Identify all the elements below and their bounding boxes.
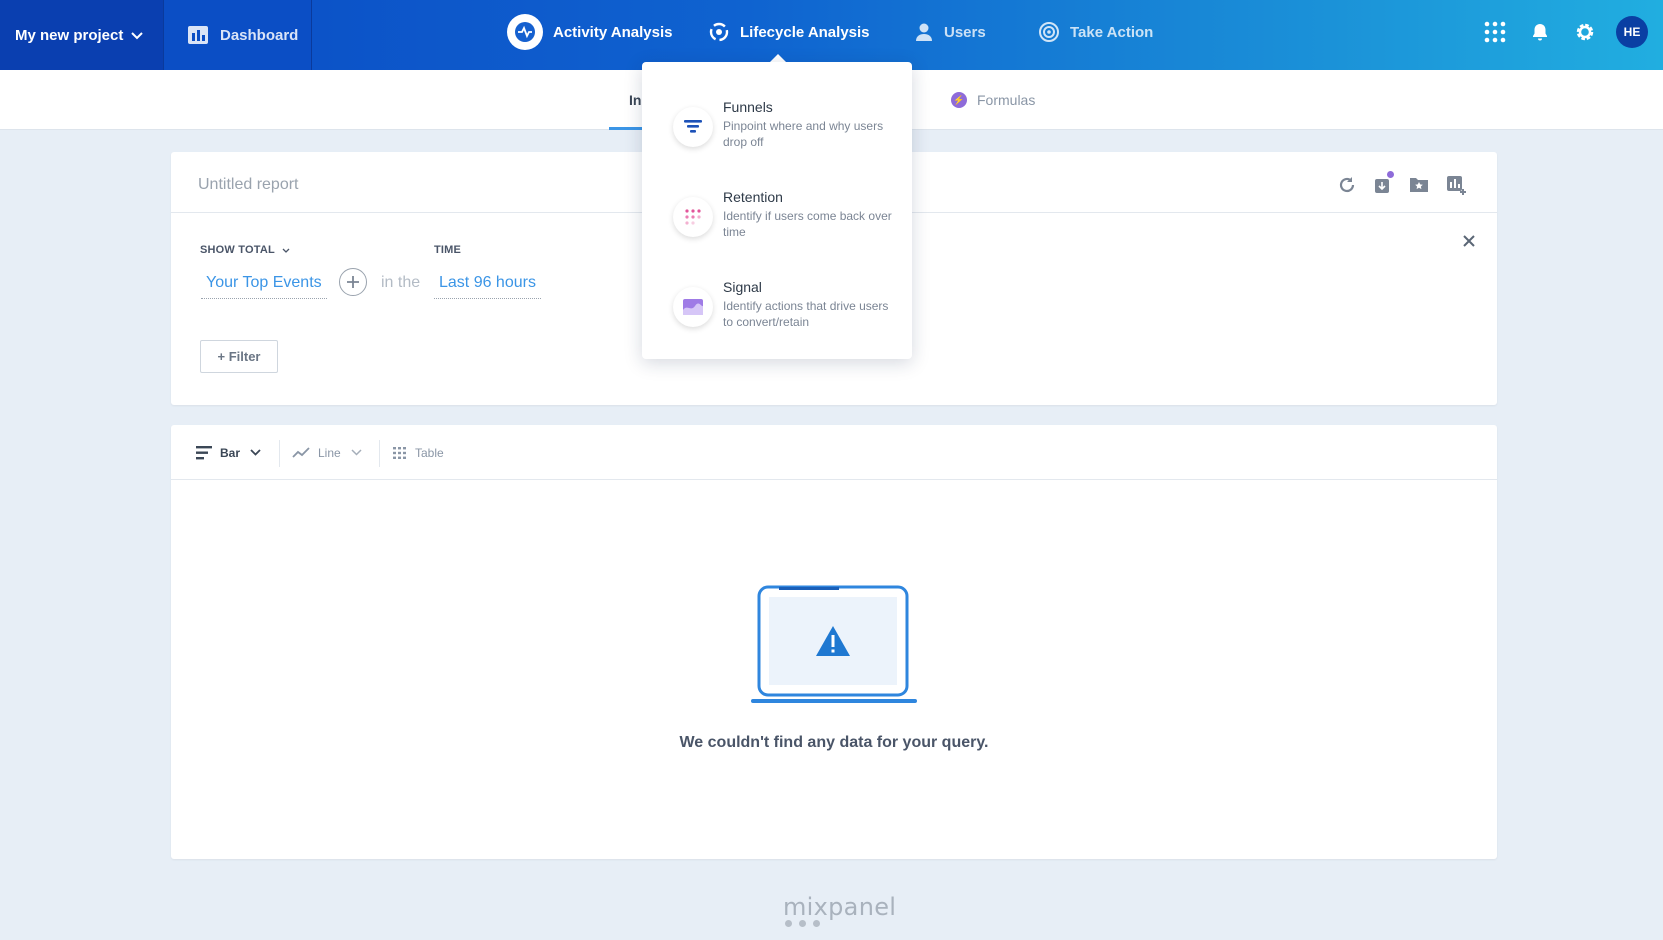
- chart-type-label: Line: [318, 445, 341, 460]
- export-badge: [1386, 170, 1395, 179]
- tab-label: Formulas: [977, 92, 1036, 108]
- nav-users[interactable]: Users: [914, 0, 986, 64]
- nav-take-action[interactable]: Take Action: [1038, 0, 1153, 64]
- line-chart-icon: [292, 446, 310, 459]
- nav-label: Take Action: [1070, 23, 1154, 41]
- time-label: TIME: [434, 244, 462, 256]
- chart-type-label: Bar: [220, 445, 241, 460]
- retention-icon: [673, 197, 713, 237]
- lifecycle-icon: [708, 21, 730, 43]
- in-the-text: in the: [381, 274, 421, 291]
- mixpanel-logo: mixpanel: [783, 893, 897, 921]
- chart-type-toolbar: Bar Line Table: [171, 425, 1497, 480]
- nav-label: Activity Analysis: [553, 23, 673, 41]
- report-toolbar: [1319, 170, 1467, 196]
- signal-icon: [673, 287, 713, 327]
- bookmark-folder-icon[interactable]: [1410, 176, 1428, 196]
- show-total-text: SHOW TOTAL: [200, 244, 275, 256]
- bolt-icon: ⚡: [951, 92, 967, 108]
- gear-icon[interactable]: [1574, 21, 1596, 43]
- apps-grid-icon[interactable]: [1484, 21, 1506, 43]
- event-selector[interactable]: Your Top Events: [201, 270, 327, 299]
- target-icon: [1038, 21, 1060, 43]
- menu-item-description: Identify if users come back over time: [723, 209, 892, 239]
- menu-item-title: Signal: [723, 279, 762, 295]
- project-selector[interactable]: My new project: [0, 0, 163, 70]
- chart-type-line[interactable]: Line: [292, 425, 362, 480]
- nav-activity-analysis[interactable]: Activity Analysis: [507, 0, 673, 64]
- avatar[interactable]: HE: [1616, 16, 1648, 48]
- dashboard-label: Dashboard: [220, 26, 299, 44]
- bar-chart-icon: [196, 445, 212, 460]
- divider: [279, 440, 280, 467]
- nav-lifecycle-analysis[interactable]: Lifecycle Analysis: [708, 0, 870, 64]
- dashboard-icon: [188, 26, 208, 44]
- close-icon[interactable]: [1463, 234, 1475, 252]
- chevron-down-icon: [131, 27, 144, 44]
- chart-type-bar[interactable]: Bar: [196, 425, 261, 480]
- nav-label: Users: [944, 23, 986, 41]
- tab-formulas[interactable]: ⚡ Formulas: [951, 70, 1035, 130]
- export-icon[interactable]: [1375, 170, 1395, 196]
- menu-item-title: Funnels: [723, 99, 773, 115]
- show-total-label[interactable]: SHOW TOTAL: [200, 244, 290, 256]
- add-event-button[interactable]: [339, 268, 367, 296]
- funnel-icon: [673, 107, 713, 147]
- chevron-down-icon: [250, 449, 261, 456]
- report-title[interactable]: Untitled report: [198, 176, 299, 194]
- refresh-icon[interactable]: [1338, 176, 1356, 196]
- bell-icon[interactable]: [1530, 22, 1550, 42]
- project-name: My new project: [15, 26, 124, 44]
- nav-label: Lifecycle Analysis: [740, 23, 870, 41]
- plus-icon: [347, 276, 359, 288]
- dashboard-link[interactable]: Dashboard: [163, 0, 312, 70]
- menu-item-funnels[interactable]: Funnels Pinpoint where and why users dro…: [642, 99, 912, 179]
- empty-state-message: We couldn't find any data for your query…: [679, 734, 989, 751]
- chart-type-table[interactable]: Table: [393, 425, 444, 480]
- activity-icon: [507, 14, 543, 50]
- menu-item-description: Pinpoint where and why users drop off: [723, 119, 884, 149]
- chevron-down-icon: [282, 244, 290, 256]
- chevron-down-icon: [351, 449, 362, 456]
- add-filter-button[interactable]: + Filter: [200, 340, 278, 373]
- menu-item-retention[interactable]: Retention Identify if users come back ov…: [642, 189, 912, 269]
- logo-dots: [785, 920, 827, 927]
- menu-item-signal[interactable]: Signal Identify actions that drive users…: [642, 279, 912, 359]
- chart-card: Bar Line Table We couldn't find any data…: [171, 425, 1497, 859]
- user-icon: [914, 22, 934, 42]
- empty-laptop-illustration: [751, 585, 917, 710]
- time-range-selector[interactable]: Last 96 hours: [434, 270, 541, 299]
- chart-type-label: Table: [415, 445, 444, 460]
- lifecycle-dropdown-menu: Funnels Pinpoint where and why users dro…: [642, 62, 912, 359]
- menu-item-description: Identify actions that drive users to con…: [723, 299, 889, 329]
- table-grid-icon: [393, 446, 407, 459]
- add-to-dashboard-icon[interactable]: [1447, 176, 1467, 196]
- menu-item-title: Retention: [723, 189, 783, 205]
- top-navbar: My new project Dashboard Activity Analys…: [0, 0, 1663, 70]
- divider: [379, 440, 380, 467]
- nav-right-icons: HE: [1460, 0, 1663, 64]
